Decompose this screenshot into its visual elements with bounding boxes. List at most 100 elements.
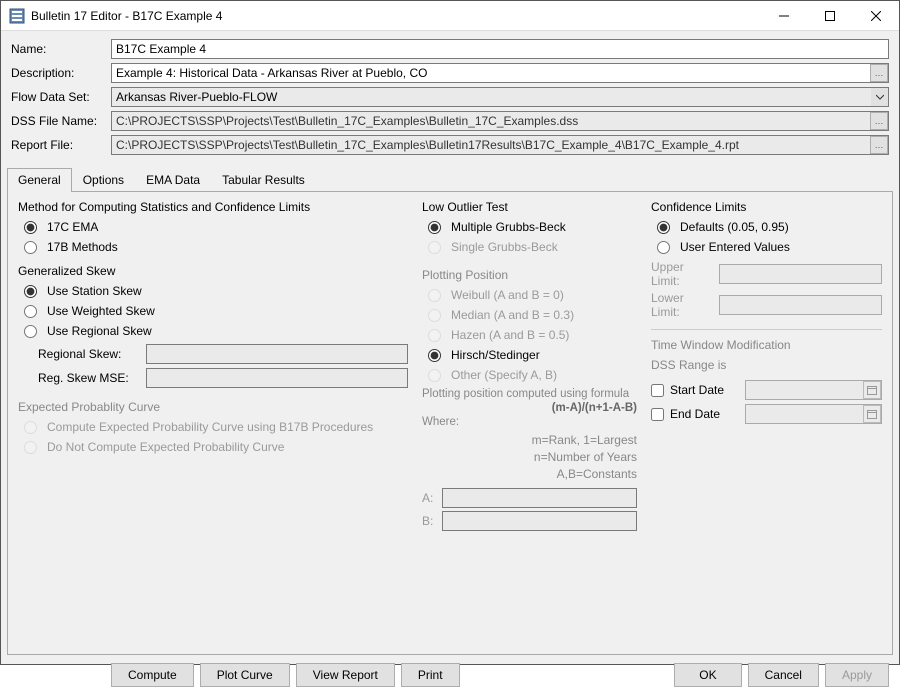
b-label: B: — [422, 514, 436, 528]
compute-button[interactable]: Compute — [111, 663, 194, 687]
end-date-checkbox[interactable] — [651, 408, 664, 421]
header-form: Name: Description: … Flow Data Set: DSS … — [1, 31, 899, 163]
flow-data-set-dropdown-icon[interactable] — [871, 88, 888, 106]
minimize-button[interactable] — [761, 1, 807, 31]
description-browse-button[interactable]: … — [870, 64, 888, 82]
end-date-label: End Date — [670, 407, 720, 421]
start-date-input — [745, 380, 882, 400]
plot-curve-button[interactable]: Plot Curve — [200, 663, 290, 687]
regional-skew-label: Use Regional Skew — [47, 324, 152, 338]
conf-defaults-label: Defaults (0.05, 0.95) — [680, 220, 789, 234]
legend-n: n=Number of Years — [422, 449, 637, 466]
expected-donot-label: Do Not Compute Expected Probability Curv… — [47, 440, 284, 454]
start-date-checkbox[interactable] — [651, 384, 664, 397]
expected-compute-radio — [24, 421, 37, 434]
tab-general[interactable]: General — [7, 168, 72, 192]
tab-content-general: Method for Computing Statistics and Conf… — [7, 191, 893, 655]
maximize-button[interactable] — [807, 1, 853, 31]
low-outlier-title: Low Outlier Test — [422, 200, 637, 214]
close-button[interactable] — [853, 1, 899, 31]
conf-user-label: User Entered Values — [680, 240, 790, 254]
station-skew-label: Use Station Skew — [47, 284, 142, 298]
formula-legend: m=Rank, 1=Largest n=Number of Years A,B=… — [422, 432, 637, 482]
description-input[interactable] — [111, 63, 889, 83]
conf-defaults-radio[interactable] — [657, 221, 670, 234]
generalized-skew-title: Generalized Skew — [18, 264, 408, 278]
median-radio — [428, 309, 441, 322]
upper-limit-input — [719, 264, 882, 284]
start-date-picker-icon — [863, 381, 881, 399]
tab-ema-data[interactable]: EMA Data — [135, 168, 211, 192]
median-label: Median (A and B = 0.3) — [451, 308, 574, 322]
multiple-grubbs-beck-radio[interactable] — [428, 221, 441, 234]
single-grubbs-beck-radio — [428, 241, 441, 254]
ok-button[interactable]: OK — [674, 663, 741, 687]
description-label: Description: — [11, 66, 111, 80]
regional-skew-radio[interactable] — [24, 325, 37, 338]
lower-limit-input — [719, 295, 882, 315]
titlebar: Bulletin 17 Editor - B17C Example 4 — [1, 1, 899, 31]
multiple-grubbs-beck-label: Multiple Grubbs-Beck — [451, 220, 566, 234]
regional-skew-value-input — [146, 344, 408, 364]
tab-options[interactable]: Options — [72, 168, 135, 192]
apply-button: Apply — [825, 663, 889, 687]
single-grubbs-beck-label: Single Grubbs-Beck — [451, 240, 558, 254]
method-17c-ema-radio[interactable] — [24, 221, 37, 234]
other-ab-radio — [428, 369, 441, 382]
dss-range-label: DSS Range is — [651, 358, 882, 372]
legend-ab: A,B=Constants — [422, 466, 637, 483]
report-file-browse-button[interactable]: … — [870, 136, 888, 154]
conf-user-radio[interactable] — [657, 241, 670, 254]
method-17c-ema-label: 17C EMA — [47, 220, 98, 234]
weibull-radio — [428, 289, 441, 302]
expected-donot-radio — [24, 441, 37, 454]
bulletin17-editor-window: Bulletin 17 Editor - B17C Example 4 Name… — [0, 0, 900, 665]
tab-tabular-results[interactable]: Tabular Results — [211, 168, 316, 192]
tab-bar: General Options EMA Data Tabular Results — [1, 167, 899, 191]
dss-file-label: DSS File Name: — [11, 114, 111, 128]
hazen-label: Hazen (A and B = 0.5) — [451, 328, 569, 342]
where-label: Where: — [422, 416, 637, 428]
weighted-skew-label: Use Weighted Skew — [47, 304, 155, 318]
name-label: Name: — [11, 42, 111, 56]
cancel-button[interactable]: Cancel — [748, 663, 819, 687]
bottom-button-bar: Compute Plot Curve View Report Print OK … — [1, 655, 899, 697]
end-date-picker-icon — [863, 405, 881, 423]
upper-limit-label: Upper Limit: — [651, 260, 713, 288]
name-input[interactable] — [111, 39, 889, 59]
flow-data-set-label: Flow Data Set: — [11, 90, 111, 104]
app-icon — [9, 8, 25, 24]
hirsch-stedinger-label: Hirsch/Stedinger — [451, 348, 540, 362]
a-label: A: — [422, 491, 436, 505]
view-report-button[interactable]: View Report — [296, 663, 395, 687]
regional-skew-value-label: Regional Skew: — [38, 347, 138, 361]
report-file-input — [111, 135, 889, 155]
weibull-label: Weibull (A and B = 0) — [451, 288, 564, 302]
station-skew-radio[interactable] — [24, 285, 37, 298]
legend-m: m=Rank, 1=Largest — [422, 432, 637, 449]
confidence-limits-title: Confidence Limits — [651, 200, 882, 214]
expected-compute-label: Compute Expected Probability Curve using… — [47, 420, 373, 434]
a-input — [442, 488, 637, 508]
b-input — [442, 511, 637, 531]
dss-file-browse-button[interactable]: … — [870, 112, 888, 130]
method-group-title: Method for Computing Statistics and Conf… — [18, 200, 408, 214]
expected-curve-title: Expected Probablity Curve — [18, 400, 408, 414]
flow-data-set-select[interactable] — [111, 87, 889, 107]
weighted-skew-radio[interactable] — [24, 305, 37, 318]
reg-skew-mse-input — [146, 368, 408, 388]
plotting-position-title: Plotting Position — [422, 268, 637, 282]
separator — [651, 329, 882, 330]
lower-limit-label: Lower Limit: — [651, 291, 713, 319]
window-title: Bulletin 17 Editor - B17C Example 4 — [31, 9, 761, 23]
hirsch-stedinger-radio[interactable] — [428, 349, 441, 362]
start-date-label: Start Date — [670, 383, 724, 397]
formula-intro: Plotting position computed using formula — [422, 388, 637, 400]
other-ab-label: Other (Specify A, B) — [451, 368, 557, 382]
formula-text: (m-A)/(n+1-A-B) — [422, 402, 637, 414]
reg-skew-mse-label: Reg. Skew MSE: — [38, 371, 138, 385]
print-button[interactable]: Print — [401, 663, 460, 687]
end-date-input — [745, 404, 882, 424]
method-17b-radio[interactable] — [24, 241, 37, 254]
dss-file-input — [111, 111, 889, 131]
